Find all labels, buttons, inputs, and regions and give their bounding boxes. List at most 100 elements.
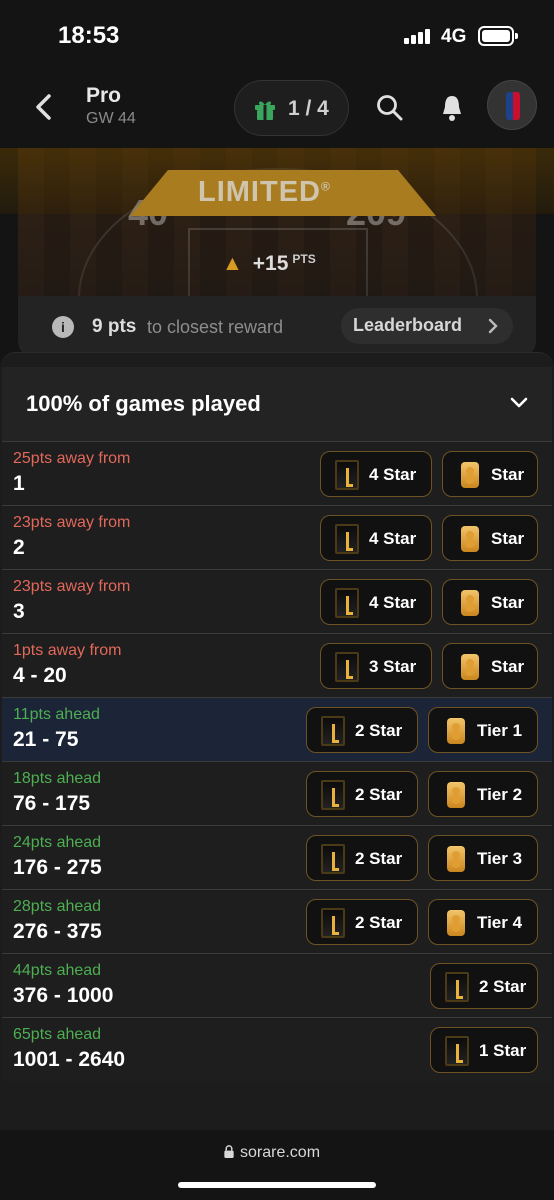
battery-icon	[478, 26, 518, 46]
lock-icon	[224, 1145, 234, 1158]
reward-label: 4 Star	[369, 593, 417, 612]
card-icon	[461, 526, 479, 552]
reward-pack-chip[interactable]: 4 Star	[320, 451, 432, 497]
tier-rank: 376 - 1000	[13, 984, 114, 1007]
tier-row[interactable]: 1pts away from 4 - 20 3 Star Star	[2, 633, 552, 697]
home-indicator[interactable]	[178, 1182, 376, 1188]
reward-pack-chip[interactable]: 2 Star	[306, 707, 418, 753]
tier-status: 25pts away from	[13, 450, 131, 467]
network-type: 4G	[441, 26, 467, 47]
leaderboard-button[interactable]: Leaderboard	[341, 308, 513, 344]
rewards-count: 1 / 4	[288, 97, 329, 120]
reward-pack-chip[interactable]: 2 Star	[430, 963, 538, 1009]
tier-row[interactable]: 24pts ahead 176 - 275 2 Star Tier 3	[2, 825, 552, 889]
ribbon-label: LIMITED®	[198, 176, 331, 208]
rewards-pill[interactable]: 1 / 4	[234, 80, 349, 136]
reward-label: Star	[491, 657, 525, 676]
tier-rank: 76 - 175	[13, 792, 91, 815]
status-bar: 18:53 4G	[0, 0, 554, 70]
nba-avatar[interactable]	[487, 80, 537, 130]
reward-label: Tier 3	[477, 849, 523, 868]
status-time: 18:53	[58, 22, 120, 49]
reward-pack-chip[interactable]: 4 Star	[320, 515, 432, 561]
rewards-sheet: 100% of games played 25pts away from 1 4 S…	[0, 352, 554, 1130]
tier-status: 11pts ahead	[13, 706, 100, 723]
reward-pack-chip[interactable]: 1 Star	[430, 1027, 538, 1073]
tier-rank: 1	[13, 472, 25, 495]
tier-row[interactable]: 25pts away from 1 4 Star Star	[2, 441, 552, 505]
tier-row[interactable]: 44pts ahead 376 - 1000 2 Star	[2, 953, 552, 1017]
pack-box-icon	[445, 1036, 469, 1066]
card-icon	[461, 654, 479, 680]
reward-label: 4 Star	[369, 529, 417, 548]
reward-tiers-list: 25pts away from 1 4 Star Star 23pts away fro…	[2, 441, 552, 1081]
tier-status: 23pts away from	[13, 514, 131, 531]
points-delta: ▲ +15 PTS	[222, 252, 316, 275]
reward-card-chip[interactable]: Tier 2	[428, 771, 538, 817]
pack-box-icon	[321, 780, 345, 810]
tier-row[interactable]: 65pts ahead 1001 - 2640 1 Star	[2, 1017, 552, 1081]
card-icon	[461, 590, 479, 616]
reward-label: 2 Star	[355, 721, 403, 740]
pack-box-icon	[321, 844, 345, 874]
bell-icon[interactable]	[440, 94, 464, 122]
reward-label: Star	[491, 593, 525, 612]
points-to-reward: 9 pts	[92, 316, 137, 337]
reward-card-chip[interactable]: Star	[442, 579, 538, 625]
info-icon[interactable]: i	[52, 316, 74, 338]
signal-icon	[404, 28, 434, 44]
reward-label: Tier 4	[477, 913, 523, 932]
league-title: Pro	[86, 84, 122, 107]
current-tier-row[interactable]: 11pts ahead 21 - 75 2 Star Tier 1	[2, 697, 552, 761]
tier-row[interactable]: 18pts ahead 76 - 175 2 Star Tier 2	[2, 761, 552, 825]
search-icon[interactable]	[376, 94, 404, 122]
reward-label: Star	[491, 529, 525, 548]
tier-status: 23pts away from	[13, 578, 131, 595]
reward-label: Tier 1	[477, 721, 523, 740]
tier-row[interactable]: 28pts ahead 276 - 375 2 Star Tier 4	[2, 889, 552, 953]
tier-rank: 276 - 375	[13, 920, 102, 943]
chevron-down-icon[interactable]	[510, 397, 528, 409]
tier-status: 18pts ahead	[13, 770, 102, 787]
reward-card-chip[interactable]: Star	[442, 451, 538, 497]
tier-rank: 1001 - 2640	[13, 1048, 126, 1071]
reward-label: 2 Star	[355, 849, 403, 868]
tier-rank: 2	[13, 536, 25, 559]
pack-box-icon	[335, 460, 359, 490]
tier-status: 24pts ahead	[13, 834, 102, 851]
reward-label: 3 Star	[369, 657, 417, 676]
reward-pack-chip[interactable]: 4 Star	[320, 579, 432, 625]
reward-card-chip[interactable]: Star	[442, 515, 538, 561]
pack-box-icon	[321, 908, 345, 938]
tier-row[interactable]: 23pts away from 3 4 Star Star	[2, 569, 552, 633]
tier-row[interactable]: 23pts away from 2 4 Star Star	[2, 505, 552, 569]
closest-reward-bar: i 9 pts to closest reward Leaderboard	[18, 296, 536, 356]
reward-label: 1 Star	[479, 1041, 527, 1060]
chevron-left-icon[interactable]	[32, 92, 56, 122]
gameweek-label: GW 44	[86, 110, 136, 127]
pack-box-icon	[335, 652, 359, 682]
reward-label: 4 Star	[369, 465, 417, 484]
card-icon	[447, 782, 465, 808]
top-nav: Pro GW 44 1 / 4	[0, 70, 554, 150]
browser-bar: sorare.com	[0, 1130, 554, 1200]
pack-box-icon	[445, 972, 469, 1002]
sheet-title: 100% of games played	[26, 391, 261, 416]
tier-rank: 3	[13, 600, 25, 623]
reward-pack-chip[interactable]: 2 Star	[306, 899, 418, 945]
reward-card-chip[interactable]: Tier 1	[428, 707, 538, 753]
url-label[interactable]: sorare.com	[224, 1144, 320, 1162]
reward-label: Star	[491, 465, 525, 484]
chevron-right-icon	[488, 318, 498, 334]
reward-label: 2 Star	[479, 977, 527, 996]
pack-box-icon	[335, 524, 359, 554]
reward-card-chip[interactable]: Tier 4	[428, 899, 538, 945]
reward-pack-chip[interactable]: 3 Star	[320, 643, 432, 689]
arrow-up-icon: ▲	[222, 252, 243, 275]
card-icon	[461, 462, 479, 488]
reward-card-chip[interactable]: Tier 3	[428, 835, 538, 881]
reward-pack-chip[interactable]: 2 Star	[306, 835, 418, 881]
reward-card-chip[interactable]: Star	[442, 643, 538, 689]
reward-pack-chip[interactable]: 2 Star	[306, 771, 418, 817]
sheet-header[interactable]: 100% of games played	[2, 367, 552, 441]
